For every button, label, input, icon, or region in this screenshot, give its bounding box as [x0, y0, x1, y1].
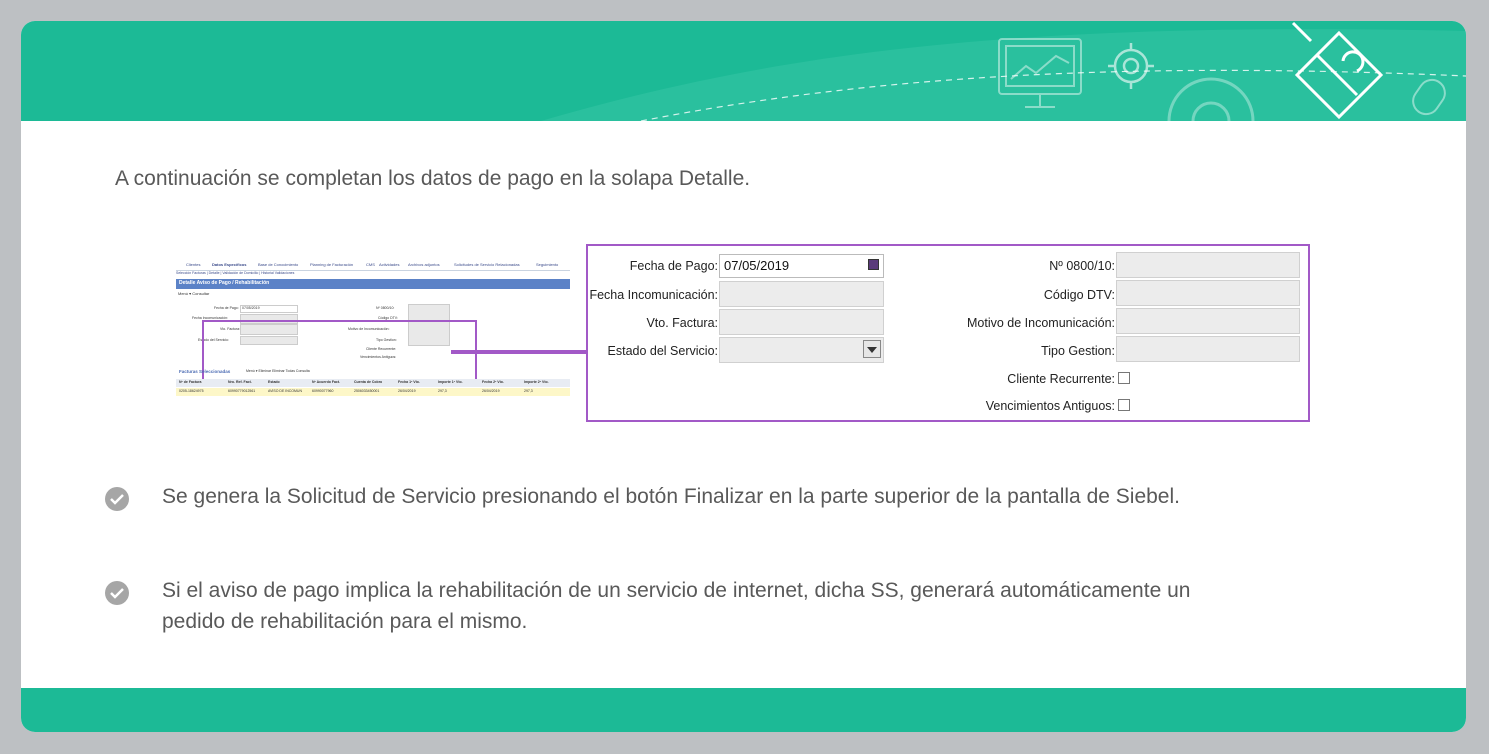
header-cell: Fecha 2º Vto.: [482, 380, 504, 384]
estado-servicio-select[interactable]: [719, 337, 884, 363]
arrow-connector: [451, 350, 593, 354]
bullet-text: Si el aviso de pago implica la rehabilit…: [162, 579, 1191, 633]
header-cell: Estado: [268, 380, 280, 384]
mini-toolbar[interactable]: Menú ▾ Consultar: [178, 291, 209, 296]
facturas-header-row: Nº de Factura Nro. Ref. Fact. Estado Nº …: [176, 379, 570, 387]
chevron-down-icon[interactable]: [863, 340, 881, 358]
fecha-incomunicacion-input[interactable]: [719, 281, 884, 307]
label-fecha-pago: Fecha de Pago:: [629, 259, 718, 273]
subtab-bar[interactable]: Selección Facturas | Detalle | Validació…: [176, 271, 294, 275]
fecha-pago-value: 07/05/2019: [724, 258, 790, 273]
label-motivo-incomunicacion: Motivo de Incomunicación:: [967, 316, 1115, 330]
table-cell: 297,3: [438, 389, 447, 393]
mini-label-fecha-pago: Fecha de Pago:: [214, 306, 239, 310]
section-title: Detalle Aviso de Pago / Rehabilitación: [179, 280, 270, 286]
siebel-screenshot-thumbnail: Clientes Datos Específicos Base de Conoc…: [176, 261, 570, 398]
header-cell: Cuenta de Cobro: [354, 380, 383, 384]
label-cliente-recurrente: Cliente Recurrente:: [1007, 372, 1115, 386]
tab-bar: Clientes Datos Específicos Base de Conoc…: [176, 261, 570, 271]
motivo-incomunicacion-input[interactable]: [1116, 308, 1300, 334]
mini-selection-box: [202, 320, 477, 385]
tab-planning-facturacion[interactable]: Planning de Facturación: [310, 262, 353, 267]
header-cell: Fecha 1º Vto.: [398, 380, 420, 384]
fecha-pago-input[interactable]: 07/05/2019: [719, 254, 884, 278]
check-circle-icon: [105, 581, 129, 605]
label-n0800: Nº 0800/10:: [1049, 259, 1115, 273]
tab-datos-especificos[interactable]: Datos Específicos: [212, 262, 246, 267]
label-vencimientos-antiguos: Vencimientos Antiguos:: [985, 399, 1115, 413]
facturas-title: Facturas Seleccionadas: [179, 369, 231, 374]
tab-solicitudes-relacionadas[interactable]: Solicitudes de Servicio Relacionadas: [454, 262, 520, 267]
intro-text: A continuación se completan los datos de…: [115, 167, 751, 190]
table-cell: 60990077960: [312, 389, 334, 393]
tipo-gestion-input[interactable]: [1116, 336, 1300, 362]
table-cell: 297,3: [524, 389, 533, 393]
table-cell: 26/04/2019: [482, 389, 500, 393]
label-tipo-gestion: Tipo Gestion:: [1041, 344, 1115, 358]
table-cell: 2506033450001: [354, 389, 380, 393]
cliente-recurrente-checkbox[interactable]: [1118, 372, 1130, 384]
calendar-icon[interactable]: [868, 259, 879, 270]
label-estado-servicio: Estado del Servicio:: [607, 344, 718, 358]
tab-cms[interactable]: CMS: [366, 262, 375, 267]
bullet-text: Se genera la Solicitud de Servicio presi…: [162, 485, 1180, 508]
mini-field-fecha-pago[interactable]: 07/05/2019: [240, 305, 298, 313]
tab-base-conocimiento[interactable]: Base de Conocimiento: [258, 262, 298, 267]
codigo-dtv-input[interactable]: [1116, 280, 1300, 306]
mini-label-n0800: Nº 0800/10:: [376, 306, 395, 310]
header-cell: Nº de Factura: [179, 380, 202, 384]
label-vto-factura: Vto. Factura:: [646, 316, 718, 330]
header-decoration: [541, 21, 1466, 121]
table-cell: 0205-18624975: [179, 389, 204, 393]
tab-seguimiento[interactable]: Seguimiento: [536, 262, 558, 267]
facturas-toolbar[interactable]: Menú ▾ Eliminar Eliminar Todas Consulta: [246, 369, 310, 373]
tab-clientes[interactable]: Clientes: [186, 262, 200, 267]
tab-actividades[interactable]: Actividades: [379, 262, 399, 267]
mini-fecha-value: 07/05/2019: [242, 306, 260, 310]
section-title-bar: Detalle Aviso de Pago / Rehabilitación: [176, 279, 570, 289]
detalle-form-zoom: Fecha de Pago: 07/05/2019 Fecha Incomuni…: [586, 244, 1310, 422]
tab-archivos-adjuntos[interactable]: Archivos adjuntos: [408, 262, 440, 267]
table-cell: 60990779012561: [228, 389, 256, 393]
header-cell: Importe 1º Vto.: [438, 380, 463, 384]
label-fecha-incomunicacion: Fecha Incomunicación:: [589, 288, 718, 302]
header-cell: Nº Acuerdo Fact.: [312, 380, 340, 384]
header-banner: [21, 21, 1466, 121]
table-cell: 26/04/2019: [398, 389, 416, 393]
header-cell: Importe 2º Vto.: [524, 380, 549, 384]
slide: A continuación se completan los datos de…: [21, 21, 1466, 732]
footer-banner: [21, 688, 1466, 732]
table-cell: AVISO DE INCOMUN: [268, 389, 302, 393]
n0800-input[interactable]: [1116, 252, 1300, 278]
label-codigo-dtv: Código DTV:: [1043, 288, 1115, 302]
table-row[interactable]: 0205-18624975 60990779012561 AVISO DE IN…: [176, 388, 570, 396]
check-circle-icon: [105, 487, 129, 511]
header-cell: Nro. Ref. Fact.: [228, 380, 252, 384]
vto-factura-input[interactable]: [719, 309, 884, 335]
vencimientos-antiguos-checkbox[interactable]: [1118, 399, 1130, 411]
